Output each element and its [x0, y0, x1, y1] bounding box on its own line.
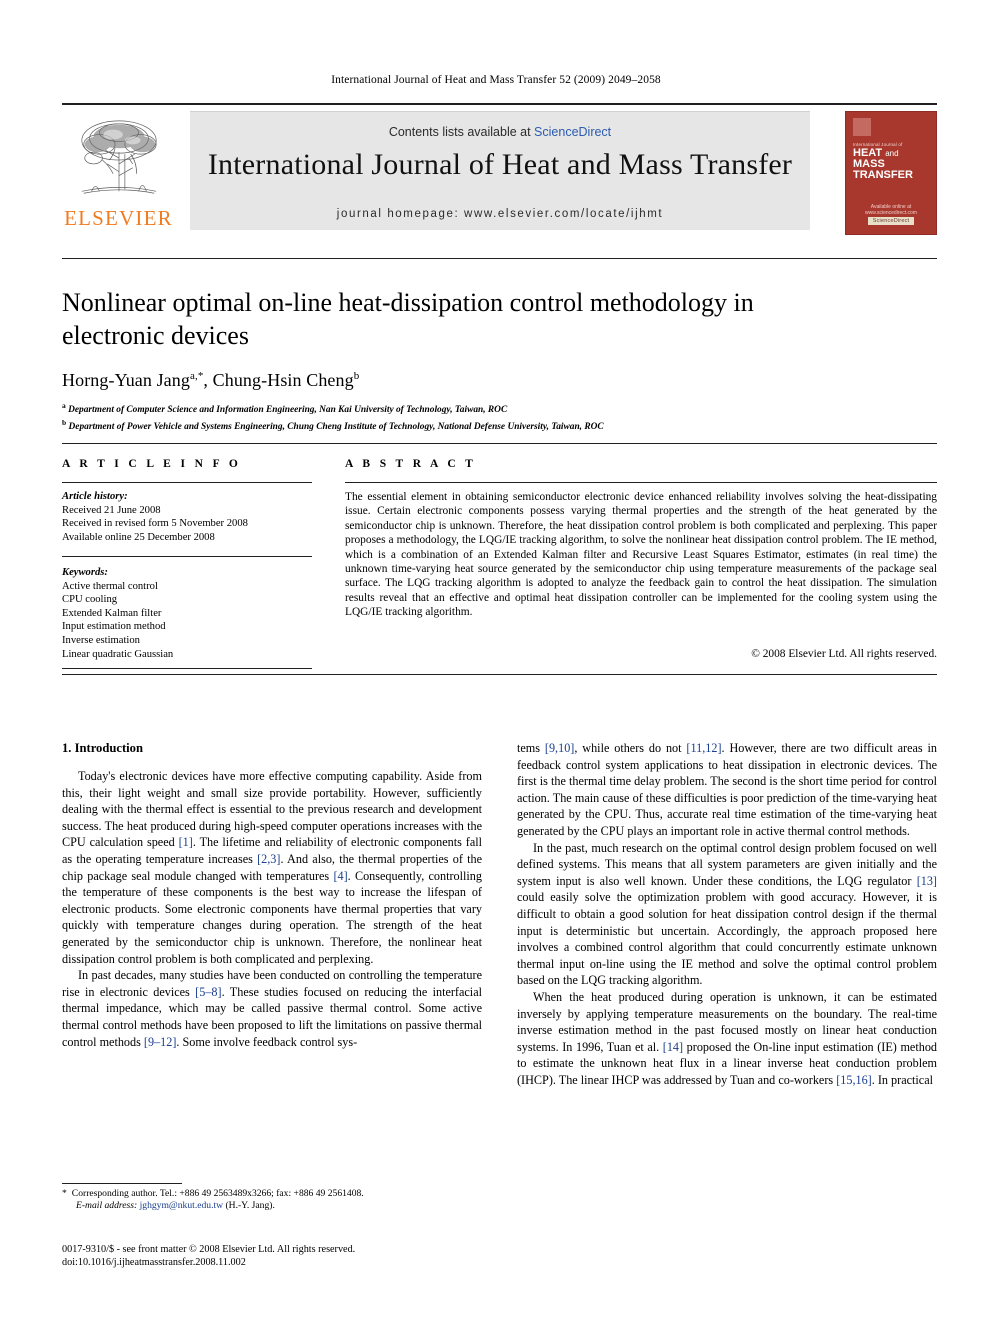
- history-item-received: Received 21 June 2008: [62, 504, 161, 516]
- footnote-rule: [62, 1183, 182, 1184]
- body-column-right: tems [9,10], while others do not [11,12]…: [517, 740, 937, 1088]
- keyword-item: Extended Kalman filter: [62, 607, 162, 619]
- rule-below-abstract: [62, 674, 937, 675]
- citation-ref[interactable]: [9–12]: [144, 1035, 177, 1049]
- author-separator: ,: [203, 370, 213, 390]
- sciencedirect-link[interactable]: ScienceDirect: [534, 125, 611, 139]
- cover-elsevier-mark-icon: [853, 118, 871, 136]
- elsevier-tree-icon: [81, 120, 157, 194]
- keyword-item: Input estimation method: [62, 621, 166, 633]
- contents-prefix: Contents lists available at: [388, 125, 535, 139]
- page-title: Nonlinear optimal on-line heat-dissipati…: [62, 288, 754, 350]
- cover-foot-text: Available online at www.sciencedirect.co…: [865, 204, 917, 216]
- affiliation-a-text: Department of Computer Science and Infor…: [68, 405, 508, 416]
- paragraph: When the heat produced during operation …: [517, 989, 938, 1087]
- cover-footer: Available online at www.sciencedirect.co…: [846, 204, 936, 226]
- imprint-block: 0017-9310/$ - see front matter © 2008 El…: [62, 1243, 512, 1270]
- article-info-heading: A R T I C L E I N F O: [62, 458, 242, 470]
- author-name-2: Chung-Hsin Cheng: [212, 370, 354, 390]
- imprint-doi-line: doi:10.1016/j.ijheatmasstransfer.2008.11…: [62, 1257, 246, 1269]
- citation-ref[interactable]: [1]: [179, 835, 193, 849]
- citation-ref[interactable]: [5–8]: [195, 985, 221, 999]
- cover-title: HEAT and MASS TRANSFER: [853, 148, 931, 181]
- paragraph: tems [9,10], while others do not [11,12]…: [517, 741, 937, 838]
- abstract-text: The essential element in obtaining semic…: [345, 491, 937, 619]
- elsevier-logo: ELSEVIER: [62, 113, 175, 235]
- cover-sciencedirect-badge: ScienceDirect: [868, 217, 914, 225]
- footnote-star-marker: *: [62, 1188, 67, 1199]
- citation-ref[interactable]: [4]: [333, 869, 347, 883]
- citation-ref[interactable]: [9,10]: [545, 741, 574, 755]
- article-history-block: Article history: Received 21 June 2008 R…: [62, 490, 322, 544]
- citation-ref[interactable]: [2,3]: [257, 852, 280, 866]
- keyword-item: Inverse estimation: [62, 634, 140, 646]
- masthead-top-rule: [62, 103, 937, 105]
- keywords-block: Keywords: Active thermal control CPU coo…: [62, 566, 322, 661]
- author-list: Horng-Yuan Janga,*, Chung-Hsin Chengb: [62, 370, 822, 391]
- affiliation-b-text: Department of Power Vehicle and Systems …: [68, 421, 604, 432]
- footnote-email-link[interactable]: jghgym@nkut.edu.tw: [140, 1200, 223, 1211]
- footnote-corresponding-text: Corresponding author. Tel.: +886 49 2563…: [71, 1188, 364, 1199]
- cover-line-and: and: [885, 149, 899, 158]
- journal-cover-thumbnail: International Journal of HEAT and MASS T…: [845, 111, 937, 235]
- abstract-rule: [345, 482, 937, 483]
- abstract-copyright: © 2008 Elsevier Ltd. All rights reserved…: [751, 648, 937, 660]
- keyword-item: Active thermal control: [62, 580, 158, 592]
- elsevier-wordmark: ELSEVIER: [64, 206, 173, 230]
- journal-title: International Journal of Heat and Mass T…: [207, 148, 793, 181]
- footnote-email-label: E-mail address:: [76, 1200, 138, 1212]
- section-heading-introduction: 1. Introduction: [62, 741, 143, 755]
- keyword-item: Linear quadratic Gaussian: [62, 648, 174, 660]
- affiliation-a-marker: a: [62, 401, 66, 410]
- affiliation-b: b Department of Power Vehicle and System…: [62, 417, 862, 434]
- citation-ref[interactable]: [13]: [917, 874, 937, 888]
- running-head: International Journal of Heat and Mass T…: [331, 74, 661, 86]
- keywords-bottom-rule: [62, 668, 312, 669]
- footnote-block: * Corresponding author. Tel.: +886 49 256…: [62, 1188, 492, 1213]
- citation-ref[interactable]: [15,16]: [836, 1073, 872, 1087]
- paragraph: In the past, much research on the optima…: [517, 840, 937, 988]
- paper-page: International Journal of Heat and Mass T…: [0, 0, 992, 1323]
- footnote-corresponding-line: * Corresponding author. Tel.: +886 49 256…: [62, 1188, 492, 1200]
- article-history-label: Article history:: [62, 491, 128, 502]
- article-info-rule: [62, 482, 312, 483]
- imprint-issn-line: 0017-9310/$ - see front matter © 2008 El…: [62, 1244, 356, 1255]
- history-item-online: Available online 25 December 2008: [62, 531, 215, 543]
- affiliations: a Department of Computer Science and Inf…: [62, 400, 862, 433]
- abstract-heading: A B S T R A C T: [345, 458, 477, 470]
- rule-under-masthead: [62, 258, 937, 259]
- paragraph: Today's electronic devices have more eff…: [62, 769, 483, 966]
- journal-masthead: ELSEVIER Contents lists available at Sci…: [62, 103, 937, 235]
- footnote-email-suffix: (H.-Y. Jang).: [225, 1200, 275, 1212]
- author-1-sup: a,*: [189, 370, 204, 382]
- paragraph: In past decades, many studies have been …: [62, 968, 482, 1049]
- footnote-email-line: E-mail address: jghgym@nkut.edu.tw (H.-Y…: [62, 1200, 492, 1212]
- journal-homepage[interactable]: journal homepage: www.elsevier.com/locat…: [190, 208, 810, 220]
- body-column-left: 1. Introduction Today's electronic devic…: [62, 740, 482, 1050]
- affiliation-a: a Department of Computer Science and Inf…: [62, 400, 862, 417]
- keywords-top-rule: [62, 556, 312, 557]
- history-item-revised: Received in revised form 5 November 2008: [62, 518, 248, 530]
- author-name-1: Horng-Yuan Jang: [62, 370, 190, 390]
- contents-available-line: Contents lists available at ScienceDirec…: [190, 125, 810, 139]
- rule-above-info: [62, 443, 937, 444]
- cover-line-transfer: TRANSFER: [853, 169, 913, 181]
- journal-band: Contents lists available at ScienceDirec…: [190, 111, 810, 230]
- author-2-sup: b: [353, 370, 360, 382]
- affiliation-b-marker: b: [62, 417, 67, 427]
- keyword-item: CPU cooling: [62, 594, 118, 606]
- citation-ref[interactable]: [14]: [663, 1040, 683, 1054]
- keywords-label: Keywords:: [62, 567, 108, 578]
- citation-ref[interactable]: [11,12]: [686, 741, 721, 755]
